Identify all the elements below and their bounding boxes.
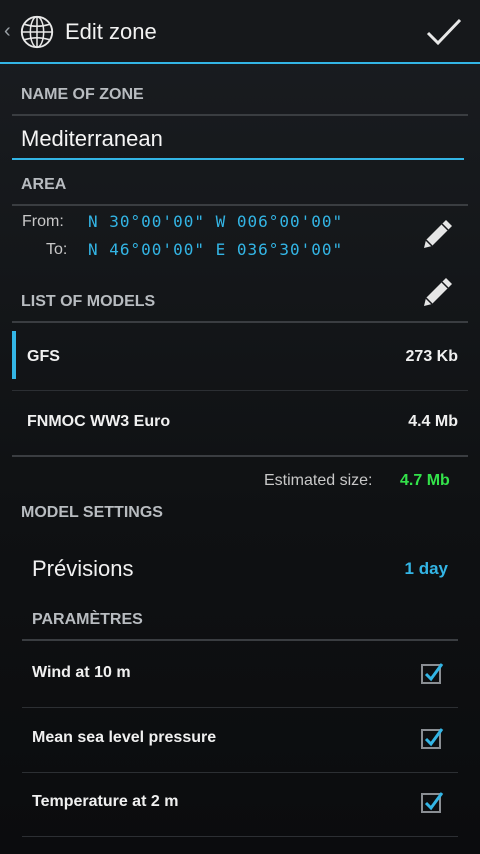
model-size: 4.4 Mb bbox=[408, 413, 458, 430]
to-label: To: bbox=[46, 241, 68, 258]
estimated-size-value: 4.7 Mb bbox=[400, 472, 450, 489]
model-size: 273 Kb bbox=[405, 348, 458, 365]
zone-name-input[interactable]: Mediterranean bbox=[12, 124, 464, 160]
param-name: Temperature at 2 m bbox=[32, 793, 179, 810]
estimated-size-label: Estimated size: bbox=[264, 472, 373, 489]
from-coordinates: N 30°00'00" W 006°00'00" bbox=[88, 212, 344, 231]
previsions-value: 1 day bbox=[404, 559, 448, 578]
checkbox-wind[interactable] bbox=[420, 661, 444, 685]
page-title: Edit zone bbox=[65, 19, 157, 44]
action-bar: ‹ Edit zone bbox=[0, 0, 480, 64]
model-row-fnmoc[interactable]: FNMOC WW3 Euro 4.4 Mb bbox=[12, 390, 468, 457]
from-label: From: bbox=[22, 213, 64, 230]
checkbox-temperature[interactable] bbox=[420, 790, 444, 814]
to-coordinates: N 46°00'00" E 036°30'00" bbox=[88, 240, 344, 259]
zone-name-value: Mediterranean bbox=[21, 126, 163, 151]
param-row-pressure[interactable]: Mean sea level pressure bbox=[22, 708, 458, 773]
param-row-wind[interactable]: Wind at 10 m bbox=[22, 643, 458, 708]
parametres-header: PARAMÈTRES bbox=[22, 611, 458, 641]
edit-area-pencil-icon[interactable] bbox=[420, 216, 456, 252]
param-row-temperature[interactable]: Temperature at 2 m bbox=[22, 772, 458, 837]
checkbox-pressure[interactable] bbox=[420, 726, 444, 750]
model-settings-header: MODEL SETTINGS bbox=[21, 504, 163, 521]
edit-models-pencil-icon[interactable] bbox=[420, 274, 456, 310]
back-chevron-icon[interactable]: ‹ bbox=[4, 20, 11, 43]
previsions-row[interactable]: Prévisions 1 day bbox=[22, 540, 458, 596]
globe-icon[interactable] bbox=[18, 13, 56, 51]
selection-indicator bbox=[12, 331, 16, 379]
name-of-zone-header: NAME OF ZONE bbox=[12, 86, 468, 116]
previsions-label: Prévisions bbox=[32, 556, 134, 581]
area-header: AREA bbox=[12, 176, 468, 206]
model-name: FNMOC WW3 Euro bbox=[27, 413, 171, 430]
model-row-gfs[interactable]: GFS 273 Kb bbox=[12, 325, 468, 391]
param-name: Mean sea level pressure bbox=[32, 729, 217, 746]
list-of-models-header: LIST OF MODELS bbox=[12, 293, 468, 323]
model-name: GFS bbox=[27, 348, 60, 365]
param-name: Wind at 10 m bbox=[32, 664, 131, 681]
checkmark-icon[interactable] bbox=[424, 12, 464, 52]
